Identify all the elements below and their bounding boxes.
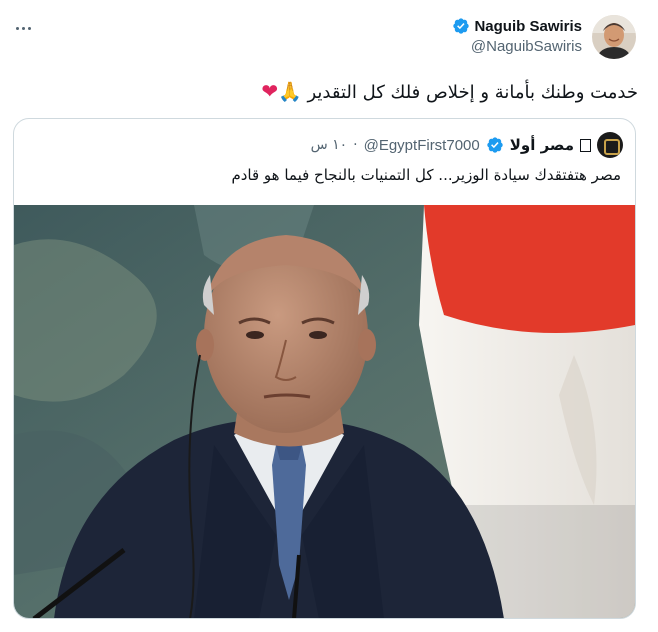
verified-badge-icon <box>487 137 503 153</box>
more-dot-icon <box>27 26 31 30</box>
quoted-tweet-display-name: مصر أولا <box>509 136 574 154</box>
quoted-tweet[interactable]: ١٠ س · @EgyptFirst7000 مصر أولا مصر هتفت… <box>13 118 636 619</box>
more-dot-icon <box>21 26 25 30</box>
quoted-tweet-avatar <box>597 132 623 158</box>
separator-dot: · <box>353 137 358 153</box>
more-options-button[interactable] <box>12 22 34 34</box>
tweet-card: Naguib Sawiris @NaguibSawiris خدمت وطنك … <box>0 0 658 632</box>
author-name-row: Naguib Sawiris <box>452 17 582 35</box>
more-dot-icon <box>15 26 19 30</box>
quoted-tweet-header: ١٠ س · @EgyptFirst7000 مصر أولا <box>311 132 623 158</box>
author-names: Naguib Sawiris @NaguibSawiris <box>452 15 582 55</box>
author-avatar[interactable] <box>592 15 636 59</box>
quoted-tweet-image[interactable] <box>14 205 635 618</box>
photo-man-in-suit <box>14 205 635 618</box>
quoted-tweet-text: مصر هتفتقدك سيادة الوزير... كل التمنيات … <box>231 166 621 184</box>
quoted-tweet-time[interactable]: ١٠ س <box>311 137 348 153</box>
pray-emoji-icon: 🙏 <box>278 81 302 103</box>
tweet-text-body: خدمت وطنك بأمانة و إخلاص فلك كل التقدير <box>307 82 638 103</box>
heart-emoji-icon: ❤ <box>261 79 279 103</box>
tweet-author[interactable]: Naguib Sawiris @NaguibSawiris <box>452 15 636 59</box>
author-handle[interactable]: @NaguibSawiris <box>452 38 582 55</box>
flag-placeholder-icon <box>580 138 591 152</box>
tweet-text: خدمت وطنك بأمانة و إخلاص فلك كل التقدير … <box>261 79 638 103</box>
avatar-image <box>592 15 636 59</box>
quoted-tweet-handle: @EgyptFirst7000 <box>363 136 480 154</box>
verified-badge-icon <box>453 18 470 34</box>
author-display-name[interactable]: Naguib Sawiris <box>474 18 582 35</box>
